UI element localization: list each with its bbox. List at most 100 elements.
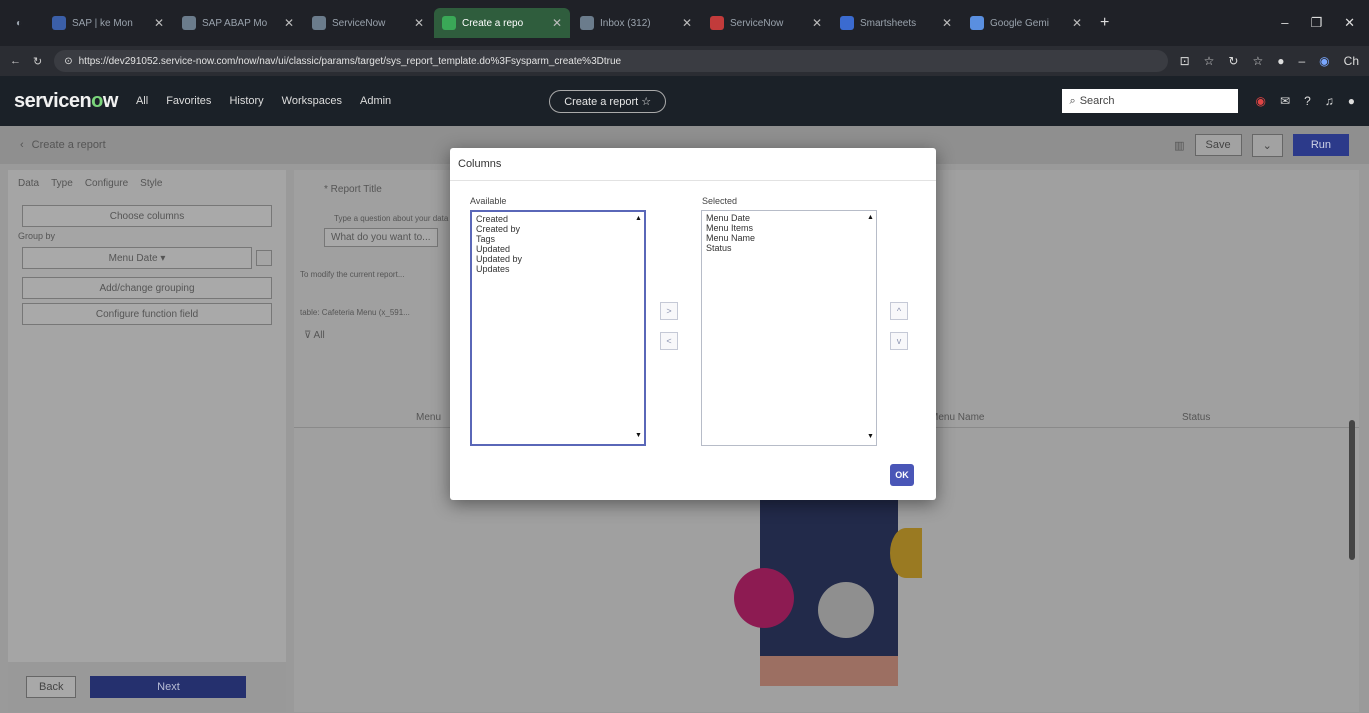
browser-menu-icon[interactable]: ◐ <box>8 8 42 38</box>
run-button[interactable]: Run <box>1292 134 1349 156</box>
scroll-up-icon[interactable]: ▲ <box>635 215 642 222</box>
tab-favicon-icon <box>840 16 854 30</box>
tab-close-icon[interactable]: ✕ <box>682 16 692 30</box>
list-item[interactable]: Created <box>476 214 640 224</box>
list-item[interactable]: Status <box>706 243 872 253</box>
tab-type[interactable]: Type <box>51 178 73 189</box>
ok-button[interactable]: OK <box>890 464 914 486</box>
tab-close-icon[interactable]: ✕ <box>154 16 164 30</box>
list-item[interactable]: Created by <box>476 224 640 234</box>
scroll-down-icon[interactable]: ▼ <box>867 433 874 440</box>
dialog-divider <box>450 180 936 181</box>
scope-icon[interactable]: ◉ <box>1256 94 1266 108</box>
maximize-icon[interactable]: ❐ <box>1310 15 1322 31</box>
browser-tab[interactable]: Google Gemi ✕ <box>962 8 1090 38</box>
available-columns-list[interactable]: Created Created by Tags Updated Updated by Up… <box>470 210 646 446</box>
tab-data[interactable]: Data <box>18 178 39 189</box>
list-item[interactable]: Menu Name <box>706 233 872 243</box>
help-icon[interactable]: ? <box>1304 94 1311 108</box>
refresh-page-icon[interactable]: ↻ <box>1228 54 1238 68</box>
layout-icon[interactable]: ▥ <box>1174 139 1184 152</box>
left-config-pane: Data Type Configure Style Choose columns… <box>8 170 286 712</box>
tab-style[interactable]: Style <box>140 178 162 189</box>
list-item[interactable]: Menu Items <box>706 223 872 233</box>
tab-close-icon[interactable]: ✕ <box>552 16 562 30</box>
back-arrow-icon[interactable]: ‹ <box>20 139 24 151</box>
list-item[interactable]: Updated <box>476 244 640 254</box>
profile-avatar[interactable]: ● <box>1277 54 1284 68</box>
tab-close-icon[interactable]: ✕ <box>1072 16 1082 30</box>
header-icons: ◉ ✉ ? ♫ ● <box>1256 94 1355 108</box>
more-options-button[interactable]: ⌄ <box>1251 133 1283 157</box>
page-scrollbar[interactable] <box>1349 410 1357 690</box>
logo-part-o: o <box>91 89 103 112</box>
question-input[interactable]: What do you want to... <box>324 228 438 247</box>
browser-tab[interactable]: ServiceNow ✕ <box>702 8 830 38</box>
browser-tab[interactable]: Inbox (312) ✕ <box>572 8 700 38</box>
selected-columns-list[interactable]: Menu Date Menu Items Menu Name Status ▲ ▼ <box>701 210 877 446</box>
next-button[interactable]: Next <box>90 676 247 698</box>
report-title-field[interactable]: * Report Title <box>324 184 382 195</box>
add-grouping-button[interactable]: Add/change grouping <box>22 277 272 299</box>
scroll-down-icon[interactable]: ▼ <box>635 432 642 439</box>
choose-columns-button[interactable]: Choose columns <box>22 205 272 227</box>
browser-tab[interactable]: SAP | ke Mon ✕ <box>44 8 172 38</box>
move-down-button[interactable]: v <box>890 332 908 350</box>
nav-workspaces[interactable]: Workspaces <box>282 95 342 107</box>
nav-admin[interactable]: Admin <box>360 95 391 107</box>
favorite-star-icon[interactable]: ☆ <box>1204 54 1215 68</box>
close-window-icon[interactable]: ✕ <box>1344 15 1355 31</box>
illustration-planet-magenta <box>734 568 794 628</box>
profile-label: Ch <box>1343 54 1359 68</box>
notifications-icon[interactable]: ♫ <box>1325 94 1334 108</box>
tab-close-icon[interactable]: ✕ <box>284 16 294 30</box>
read-aloud-icon[interactable]: ⊡ <box>1180 54 1190 68</box>
copilot-icon[interactable]: ◉ <box>1319 54 1329 68</box>
global-search-input[interactable]: ⌕ Search <box>1061 89 1238 113</box>
group-by-select[interactable]: Menu Date ▾ <box>22 247 252 269</box>
list-item[interactable]: Updates <box>476 264 640 274</box>
selected-scrollbar[interactable]: ▲ ▼ <box>865 212 875 444</box>
filter-indicator[interactable]: ⊽ All <box>304 330 325 341</box>
back-icon[interactable]: ← <box>10 55 21 67</box>
column-menu-name[interactable]: Menu Name <box>930 412 984 423</box>
tab-close-icon[interactable]: ✕ <box>414 16 424 30</box>
back-button[interactable]: Back <box>26 676 77 698</box>
tab-close-icon[interactable]: ✕ <box>812 16 822 30</box>
list-item[interactable]: Tags <box>476 234 640 244</box>
browser-tab[interactable]: SAP ABAP Mo ✕ <box>174 8 302 38</box>
configure-function-button[interactable]: Configure function field <box>22 303 272 325</box>
tab-configure[interactable]: Configure <box>85 178 128 189</box>
servicenow-header: servicenow All Favorites History Workspa… <box>0 76 1369 126</box>
save-button[interactable]: Save <box>1194 134 1242 156</box>
nav-favorites[interactable]: Favorites <box>166 95 211 107</box>
divider-icon: – <box>1298 54 1306 68</box>
chat-icon[interactable]: ✉ <box>1280 94 1290 108</box>
column-status[interactable]: Status <box>1182 412 1210 423</box>
group-settings-icon[interactable] <box>256 250 272 266</box>
nav-all[interactable]: All <box>136 95 148 107</box>
minimize-icon[interactable]: – <box>1281 15 1288 31</box>
context-pill[interactable]: Create a report ☆ <box>549 89 667 113</box>
collections-icon[interactable]: ☆ <box>1252 54 1263 68</box>
nav-history[interactable]: History <box>229 95 263 107</box>
add-column-button[interactable]: > <box>660 302 678 320</box>
tab-close-icon[interactable]: ✕ <box>942 16 952 30</box>
tab-favicon-icon <box>710 16 724 30</box>
column-menu[interactable]: Menu <box>416 412 441 423</box>
refresh-icon[interactable]: ↻ <box>33 55 42 68</box>
page-scrollbar-thumb[interactable] <box>1349 420 1355 560</box>
url-field[interactable]: ⊙ https://dev291052.service-now.com/now/… <box>54 50 1168 72</box>
remove-column-button[interactable]: < <box>660 332 678 350</box>
available-scrollbar[interactable]: ▲ ▼ <box>633 213 643 443</box>
browser-tab[interactable]: Smartsheets ✕ <box>832 8 960 38</box>
list-item[interactable]: Menu Date <box>706 213 872 223</box>
scroll-up-icon[interactable]: ▲ <box>867 214 874 221</box>
new-tab-button[interactable]: + <box>1092 8 1117 38</box>
servicenow-logo[interactable]: servicenow <box>14 90 118 113</box>
user-avatar[interactable]: ● <box>1348 94 1355 108</box>
list-item[interactable]: Updated by <box>476 254 640 264</box>
browser-tab[interactable]: ServiceNow ✕ <box>304 8 432 38</box>
browser-tab[interactable]: Create a repo ✕ <box>434 8 570 38</box>
move-up-button[interactable]: ^ <box>890 302 908 320</box>
